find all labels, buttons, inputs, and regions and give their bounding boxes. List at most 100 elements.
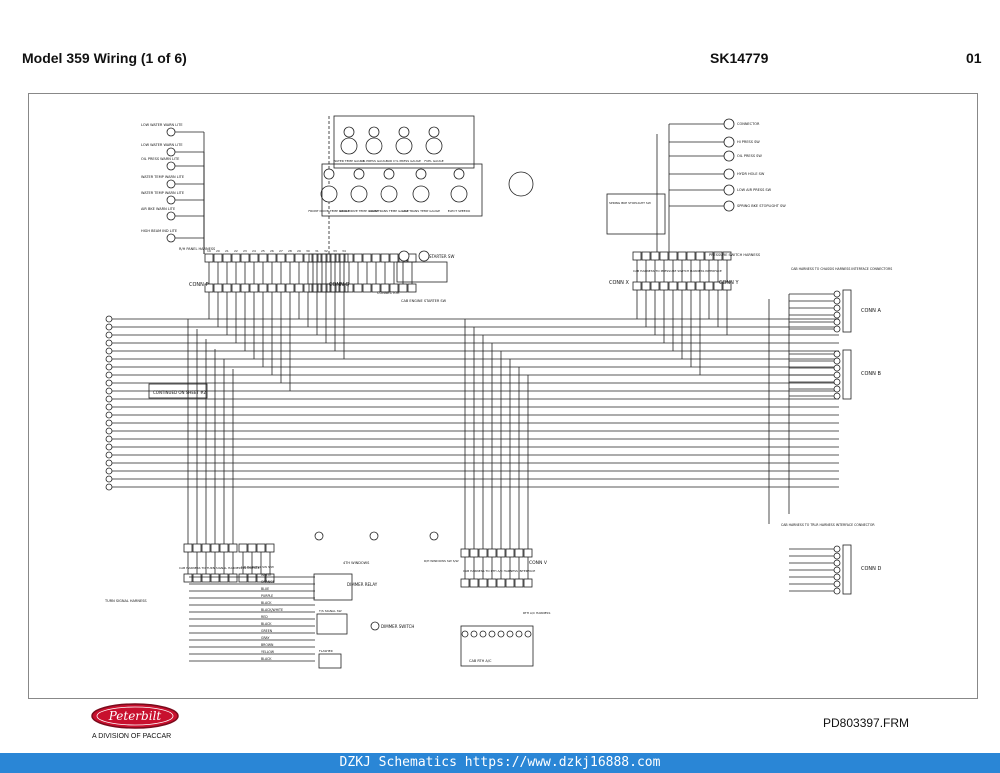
- conn-p-cavity: [231, 253, 241, 263]
- wire-color-label: GRAY: [261, 636, 269, 640]
- gauge-terminal: [323, 168, 335, 180]
- wire-color-label: YELLOW: [261, 650, 275, 654]
- sensor-label: LOW AIR PRESS SW: [737, 188, 772, 192]
- cavity-number: 21: [225, 249, 229, 253]
- conn-lh-cavity: [247, 543, 257, 553]
- conn-p-cavity: [294, 253, 304, 263]
- spring-brake-box: [606, 193, 666, 235]
- lamp-label: OIL PRESS WARN LITE: [141, 157, 179, 161]
- conn-xy-cavity: [641, 281, 651, 291]
- window-terminal: [429, 531, 439, 541]
- ac-terminal: [515, 630, 523, 638]
- edge-terminal: [105, 363, 113, 371]
- conn-xy-cavity: [668, 281, 678, 291]
- lamp-icon: [166, 179, 176, 189]
- conn-ts-cavity: [228, 573, 238, 583]
- conn-ts-cavity: [183, 543, 193, 553]
- wire-color-label: BROWN: [261, 643, 274, 647]
- gauge-label: FUEL GAUGE: [424, 159, 443, 163]
- conn-b-terminal: [833, 350, 841, 358]
- edge-terminal: [105, 411, 113, 419]
- lamp-icon: [166, 233, 176, 243]
- window-switch-label: R/H WINDOWS SW S/W: [424, 559, 459, 563]
- wire-color-label: WHITE: [261, 573, 271, 577]
- conn-q-cavity: [362, 253, 372, 263]
- sensor-label: HI PRESS SW: [737, 140, 760, 144]
- conn-p-cavity: [267, 253, 277, 263]
- conn-a-terminal: [833, 304, 841, 312]
- conn-a-terminal: [833, 325, 841, 333]
- conn-lh-cavity: [256, 543, 266, 553]
- conn-b-terminal: [833, 364, 841, 372]
- wire-color-label: BLACK: [261, 601, 272, 605]
- gauge-icon: [412, 185, 430, 203]
- ac-terminal: [506, 630, 514, 638]
- conn-v-cavity: [460, 548, 470, 558]
- starter-sw-label: STARTER SW: [429, 254, 454, 259]
- conn-v-cavity: [514, 548, 524, 558]
- conn-v-cavity: [478, 548, 488, 558]
- conn-p-cavity: [231, 283, 241, 293]
- conn-xy-cavity: [650, 251, 660, 261]
- conn-p-cavity: [285, 283, 295, 293]
- conn-p-cavity: [204, 253, 214, 263]
- cavity-number: 22: [234, 249, 238, 253]
- conn-xy-cavity: [686, 251, 696, 261]
- wire-color-label: BLUE: [261, 587, 269, 591]
- gauge-icon: [380, 185, 398, 203]
- conn-p-cavity: [258, 283, 268, 293]
- edge-terminal: [105, 451, 113, 459]
- ac-terminal: [488, 630, 496, 638]
- wire-color-label: BLACK: [261, 622, 272, 626]
- conn-q-cavity: [344, 253, 354, 263]
- trailer-note: CAB HARNESS TO TRLR HARNESS INTERFACE CO…: [781, 523, 875, 527]
- wiring-schematic: LOW WATER WARN LITE LOW WATER WARN LITE OI…: [104, 115, 892, 669]
- edge-terminal: [105, 443, 113, 451]
- conn-v-label: CONN V: [529, 560, 548, 566]
- edge-terminal: [105, 379, 113, 387]
- wire-color-label: RED: [261, 615, 268, 619]
- wire-color-label: ORANGE: [261, 580, 275, 584]
- conn-b-terminal: [833, 371, 841, 379]
- lamp-icon: [166, 211, 176, 221]
- signal-switch-label: T/S SIGNAL SW: [318, 609, 342, 613]
- conn-xy-cavity: [641, 251, 651, 261]
- gauge-label: ELECT SPEEDO: [448, 209, 471, 213]
- conn-p-cavity: [303, 253, 313, 263]
- schematic-frame: LOW WATER WARN LITE LOW WATER WARN LITE OI…: [28, 93, 978, 699]
- conn-b-body: [842, 349, 852, 400]
- conn-xy-cavity: [677, 281, 687, 291]
- ac-interface-label: CAB HARNESS TO RTH A/C HARNESS INTERFACE: [463, 569, 535, 573]
- conn-ts-cavity: [192, 543, 202, 553]
- lamp-label: LOW WATER WARN LITE: [141, 143, 183, 147]
- drawing-code: SK14779: [710, 50, 769, 66]
- page-number: 01: [966, 50, 982, 66]
- conn-v-cavity: [487, 578, 497, 588]
- conn-q-cavity: [353, 283, 363, 293]
- dimmer-switch-icon: [370, 621, 380, 631]
- cavity-number: 19: [207, 249, 211, 253]
- starter-terminal: [398, 250, 410, 262]
- conn-lh-cavity: [238, 543, 248, 553]
- edge-terminal: [105, 467, 113, 475]
- edge-terminal: [105, 395, 113, 403]
- sensor-icon: [723, 150, 735, 162]
- lamp-label: AIR BKE WARN LITE: [141, 207, 175, 211]
- conn-q-cavity: [380, 253, 390, 263]
- conn-p-cavity: [213, 253, 223, 263]
- conn-d-terminal: [833, 587, 841, 595]
- page-title: Model 359 Wiring (1 of 6): [22, 50, 187, 66]
- conn-p-cavity: [222, 283, 232, 293]
- conn-ts-cavity: [219, 573, 229, 583]
- conn-y-label: CONN Y: [719, 280, 739, 286]
- edge-terminal: [105, 387, 113, 395]
- ts-harness-label: TURN SIGNAL HARNESS: [104, 599, 147, 603]
- conn-ts-cavity: [192, 573, 202, 583]
- flasher-label: FLASHER: [319, 649, 333, 653]
- flasher-box: [318, 653, 342, 669]
- edge-terminal: [105, 403, 113, 411]
- ac-terminal: [461, 630, 469, 638]
- conn-ts-cavity: [201, 543, 211, 553]
- conn-d-body: [842, 544, 852, 595]
- conn-p-cavity: [249, 283, 259, 293]
